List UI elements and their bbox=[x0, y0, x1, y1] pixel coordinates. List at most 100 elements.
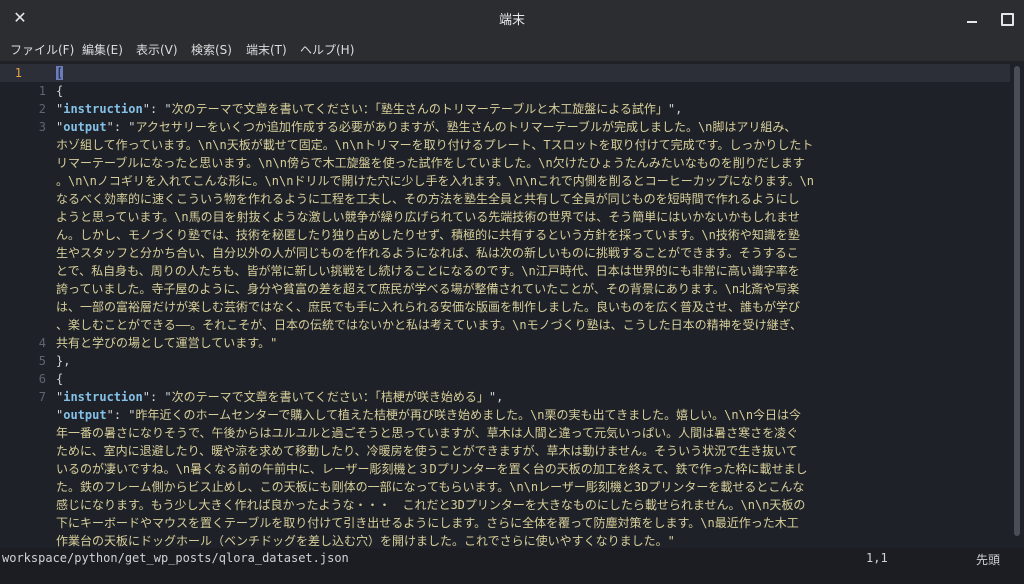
wrapped-text: 共有と学びの場として運営しています。" bbox=[56, 336, 278, 350]
menu-bar: ファイル(F) 編集(E) 表示(V) 検索(S) 端末(T) ヘルプ(H) bbox=[0, 36, 1024, 62]
file-path: workspace/python/get_wp_posts/qlora_data… bbox=[2, 551, 349, 565]
code-line: リマーテーブルになったと思います。\n\n傍らで木工旋盤を使った試作をしていまし… bbox=[56, 154, 1002, 172]
code-line: "instruction": "次のテーマで文章を書いてください：「桔梗が咲き始… bbox=[56, 388, 1002, 406]
line-number bbox=[6, 172, 46, 190]
code-line: 下にキーボードやマウスを置くテーブルを取り付けて引き出せるようにします。さらに全… bbox=[56, 514, 1002, 532]
line-number: 6 bbox=[38, 372, 46, 386]
menu-edit[interactable]: 編集(E) bbox=[82, 41, 123, 58]
menu-view[interactable]: 表示(V) bbox=[136, 41, 178, 58]
wrapped-text: ようと思っています。\n馬の目を射抜くような激しい競争が繰り広げられている先端技… bbox=[56, 210, 800, 224]
wrapped-text: 、楽しむことができる——。それこそが、日本の伝統ではないかと私は考えています。\… bbox=[56, 318, 803, 332]
json-value: 次のテーマで文章を書いてください：「塾生さんのトリマーテーブルと木工旋盤による試… bbox=[171, 102, 668, 116]
code-line: 生やスタッフと分かち合い、自分以外の人が同じものを作れるようになれば、私は次の新… bbox=[56, 244, 1002, 262]
line-number bbox=[6, 532, 46, 548]
code-line: "output": "昨年近くのホームセンターで購入して植えた桔梗が再び咲き始め… bbox=[56, 406, 1002, 424]
json-key: output bbox=[63, 120, 107, 134]
text-cursor: [ bbox=[56, 66, 64, 80]
line-number bbox=[6, 190, 46, 208]
menu-help[interactable]: ヘルプ(H) bbox=[300, 41, 354, 58]
vertical-scrollbar[interactable] bbox=[1010, 62, 1024, 548]
json-punctuation: { bbox=[56, 84, 64, 98]
json-key: output bbox=[63, 408, 107, 422]
window-titlebar: ✕ 端末 bbox=[0, 0, 1024, 36]
wrapped-text: リマーテーブルになったと思います。\n\n傍らで木工旋盤を使った試作をしていまし… bbox=[56, 156, 805, 170]
line-number bbox=[6, 460, 46, 478]
scroll-position: 先頭 bbox=[976, 553, 1001, 567]
json-punctuation: ", bbox=[488, 390, 504, 404]
scrollbar-thumb[interactable] bbox=[1014, 66, 1020, 536]
json-value: 昨年近くのホームセンターで購入して植えた桔梗が再び咲き始めました。\n栗の実も出… bbox=[135, 408, 802, 422]
line-number bbox=[6, 514, 46, 532]
code-line: ために、室内に退避したり、暖や涼を求めて移動したり、冷暖房を使うことができますが… bbox=[56, 442, 1002, 460]
code-line: [ bbox=[56, 64, 1002, 82]
code-line: { bbox=[56, 82, 1002, 100]
line-number bbox=[6, 298, 46, 316]
maximize-icon[interactable] bbox=[996, 8, 1016, 28]
wrapped-text: ホゾ組して作っています。\n\n天板が載せて固定。\n\nトリマーを取り付けるプ… bbox=[56, 138, 814, 152]
line-number: 4 bbox=[38, 336, 46, 350]
code-line: ん。しかし、モノづくり塾では、技術を秘匿したり独り占めしたりせず、積極的に共有す… bbox=[56, 226, 1002, 244]
menu-search[interactable]: 検索(S) bbox=[191, 41, 232, 58]
line-number bbox=[6, 442, 46, 460]
json-value: 次のテーマで文章を書いてください：「桔梗が咲き始める」 bbox=[171, 390, 489, 404]
json-punctuation: }, bbox=[56, 354, 71, 368]
wrapped-text: 生やスタッフと分かち合い、自分以外の人が同じものを作れるようになれば、私は次の新… bbox=[56, 246, 799, 260]
wrapped-text: 感じになります。もう少し大きく作れば良かったような・・・ これだと3Dプリンター… bbox=[56, 498, 806, 512]
wrapped-text: いるのが凄いですね。\n暑くなる前の午前中に、レーザー彫刻機と３Dプリンターを置… bbox=[56, 462, 808, 476]
wrapped-text: 作業台の天板にドッグホール（ベンチドッグを差し込む穴）を開けました。これでさらに… bbox=[56, 534, 675, 548]
wrapped-text: ん。しかし、モノづくり塾では、技術を秘匿したり独り占めしたりせず、積極的に共有す… bbox=[56, 228, 800, 242]
line-number bbox=[6, 424, 46, 442]
line-number: 2 bbox=[38, 102, 46, 116]
wrapped-text: とで、私自身も、周りの人たちも、皆が常に新しい挑戦をし続けることになるのです。\… bbox=[56, 264, 800, 278]
code-line: 感じになります。もう少し大きく作れば良かったような・・・ これだと3Dプリンター… bbox=[56, 496, 1002, 514]
json-punctuation: ", bbox=[667, 102, 683, 116]
code-line: "instruction": "次のテーマで文章を書いてください：「塾生さんのト… bbox=[56, 100, 1002, 118]
text-editor[interactable]: 112345678910 [ { "instruction": "次のテーマで文… bbox=[0, 62, 1010, 548]
line-number bbox=[6, 154, 46, 172]
wrapped-text: 下にキーボードやマウスを置くテーブルを取り付けて引き出せるようにします。さらに全… bbox=[56, 516, 799, 530]
terminal-bottom bbox=[0, 570, 1024, 584]
code-line: 、楽しむことができる——。それこそが、日本の伝統ではないかと私は考えています。\… bbox=[56, 316, 1002, 334]
menu-file[interactable]: ファイル(F) bbox=[10, 41, 74, 58]
code-line: は、一部の富裕層だけが楽しむ芸術ではなく、庶民でも手に入れられる安価な版画を制作… bbox=[56, 298, 1002, 316]
code-line: ようと思っています。\n馬の目を射抜くような激しい競争が繰り広げられている先端技… bbox=[56, 208, 1002, 226]
line-number bbox=[6, 226, 46, 244]
line-number bbox=[6, 136, 46, 154]
code-line: 年一番の暑さになりそうで、午後からはユルユルと過ごそうと思っていますが、草木は人… bbox=[56, 424, 1002, 442]
wrapped-text: は、一部の富裕層だけが楽しむ芸術ではなく、庶民でも手に入れられる安価な版画を制作… bbox=[56, 300, 801, 314]
code-line: なるべく効率的に速くこういう物を作れるように工程を工夫し、その方法を塾生全員と共… bbox=[56, 190, 1002, 208]
json-separator: ": " bbox=[142, 102, 172, 116]
line-number bbox=[6, 496, 46, 514]
code-line: いるのが凄いですね。\n暑くなる前の午前中に、レーザー彫刻機と３Dプリンターを置… bbox=[56, 460, 1002, 478]
line-number bbox=[6, 478, 46, 496]
code-line: 誇っていました。寺子屋のように、身分や貧富の差を超えて庶民が学べる場が整備されて… bbox=[56, 280, 1002, 298]
code-line: 共有と学びの場として運営しています。" bbox=[56, 334, 1002, 352]
minimize-icon[interactable] bbox=[962, 8, 982, 28]
wrapped-text: 年一番の暑さになりそうで、午後からはユルユルと過ごそうと思っていますが、草木は人… bbox=[56, 426, 799, 440]
json-key: instruction bbox=[63, 390, 143, 404]
code-line: 。\n\nノコギリを入れてこんな形に。\n\nドリルで開けた穴に少し手を入れます… bbox=[56, 172, 1002, 190]
cursor-position: 1,1 bbox=[866, 551, 888, 565]
line-number: 3 bbox=[38, 120, 46, 134]
code-line: "output": "アクセサリーをいくつか追加作成する必要がありますが、塾生さ… bbox=[56, 118, 1002, 136]
line-number bbox=[6, 406, 46, 424]
json-key: instruction bbox=[63, 102, 143, 116]
line-number bbox=[6, 244, 46, 262]
line-number bbox=[6, 208, 46, 226]
line-number: 1 bbox=[14, 66, 22, 80]
json-value: アクセサリーをいくつか追加作成する必要がありますが、塾生さんのトリマーテーブルが… bbox=[135, 120, 797, 134]
code-line: た。鉄のフレーム側からビス止めし、この天板にも剛体の一部になってもらいます。\n… bbox=[56, 478, 1002, 496]
line-number bbox=[6, 280, 46, 298]
json-separator: ": " bbox=[106, 120, 136, 134]
line-number: 7 bbox=[38, 390, 46, 404]
line-number bbox=[6, 316, 46, 334]
code-line: ホゾ組して作っています。\n\n天板が載せて固定。\n\nトリマーを取り付けるプ… bbox=[56, 136, 1002, 154]
wrapped-text: なるべく効率的に速くこういう物を作れるように工程を工夫し、その方法を塾生全員と共… bbox=[56, 192, 800, 206]
wrapped-text: ために、室内に退避したり、暖や涼を求めて移動したり、冷暖房を使うことができますが… bbox=[56, 444, 798, 458]
code-line: }, bbox=[56, 352, 1002, 370]
line-number: 1 bbox=[38, 84, 46, 98]
status-bar: workspace/python/get_wp_posts/qlora_data… bbox=[0, 548, 1024, 570]
code-line: { bbox=[56, 370, 1002, 388]
line-number bbox=[6, 262, 46, 280]
menu-terminal[interactable]: 端末(T) bbox=[246, 41, 287, 58]
